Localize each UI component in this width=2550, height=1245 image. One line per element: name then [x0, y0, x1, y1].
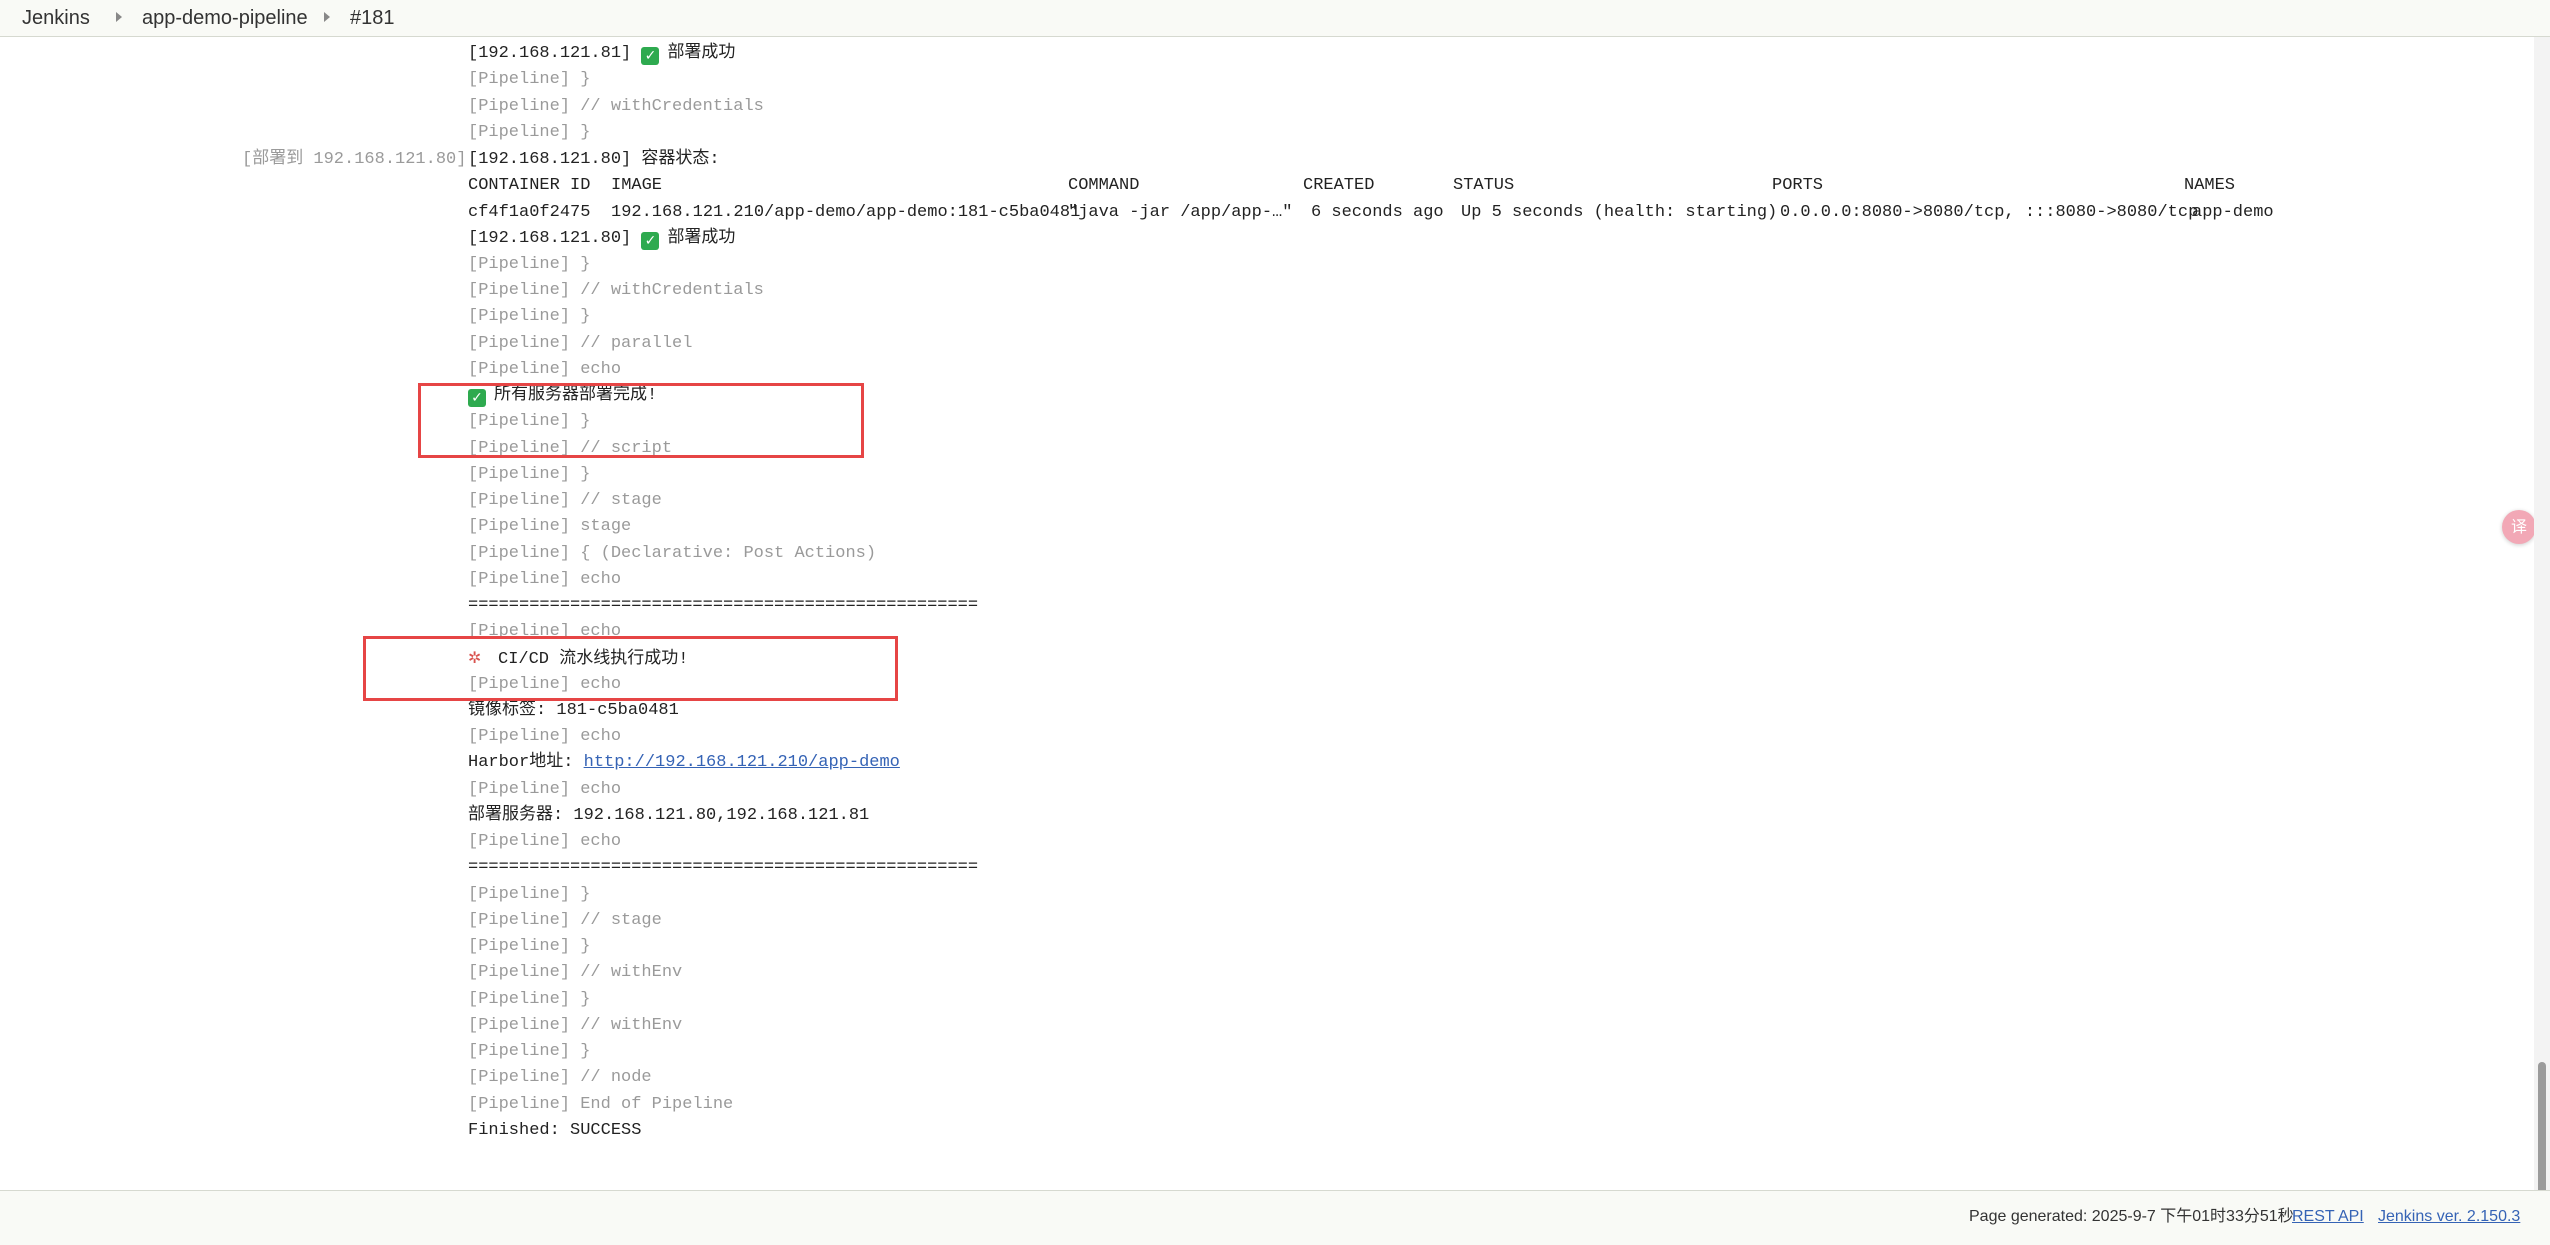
log-line: [Pipeline] // withCredentials	[468, 281, 764, 300]
rest-api-link[interactable]: REST API	[2292, 1207, 2364, 1227]
log-line: [192.168.121.80] 容器状态:	[468, 150, 720, 169]
log-line: [Pipeline] // node	[468, 1068, 652, 1087]
table-header: CONTAINER ID	[468, 176, 591, 195]
table-cell: "java -jar /app/app-…"	[1068, 203, 1293, 222]
stage-label: [部署到 192.168.121.80]	[242, 150, 467, 169]
log-line: [Pipeline] stage	[468, 517, 632, 536]
log-line: [Pipeline] }	[468, 1042, 591, 1061]
table-cell: 6 seconds ago	[1311, 203, 1444, 222]
table-cell: 0.0.0.0:8080->8080/tcp, :::8080->8080/tc…	[1780, 203, 2199, 222]
log-line: [Pipeline] echo	[468, 570, 622, 589]
table-cell: cf4f1a0f2475	[468, 203, 591, 222]
log-line: [Pipeline] // parallel	[468, 334, 693, 353]
highlight-box	[418, 383, 864, 458]
log-line: [Pipeline] }	[468, 937, 591, 956]
table-header: COMMAND	[1068, 176, 1140, 195]
log-line: [Pipeline] // withEnv	[468, 1016, 683, 1035]
log-line: 部署服务器: 192.168.121.80,192.168.121.81	[468, 806, 870, 825]
log-line: [192.168.121.80] ✓ 部署成功	[468, 229, 736, 250]
log-line: ========================================…	[468, 858, 979, 877]
check-icon: ✓	[641, 232, 660, 250]
table-cell: Up 5 seconds (health: starting)	[1461, 203, 1778, 222]
table-cell: 192.168.121.210/app-demo/app-demo:181-c5…	[611, 203, 1081, 222]
check-icon: ✓	[641, 47, 660, 65]
harbor-link[interactable]: http://192.168.121.210/app-demo	[584, 753, 900, 772]
log-line: [Pipeline] echo	[468, 360, 622, 379]
log-line: [Pipeline] // stage	[468, 911, 662, 930]
log-line: Finished: SUCCESS	[468, 1121, 642, 1140]
table-header: STATUS	[1453, 176, 1515, 195]
scrollbar[interactable]	[2534, 37, 2550, 1212]
log-line: [Pipeline] }	[468, 307, 591, 326]
log-line: [Pipeline] }	[468, 70, 591, 89]
page-generated: Page generated: 2025-9-7 下午01时33分51秒	[1969, 1208, 2294, 1225]
log-line: [Pipeline] }	[468, 123, 591, 142]
log-line: [192.168.121.81] ✓ 部署成功	[468, 44, 736, 65]
log-line: [Pipeline] End of Pipeline	[468, 1095, 734, 1114]
log-line: [Pipeline] }	[468, 990, 591, 1009]
table-header: CREATED	[1303, 176, 1375, 195]
log-line: [Pipeline] { (Declarative: Post Actions)	[468, 544, 877, 563]
log-line: [Pipeline] echo	[468, 832, 622, 851]
log-line: [Pipeline] // withEnv	[468, 963, 683, 982]
log-line: [Pipeline] // stage	[468, 491, 662, 510]
table-header: NAMES	[2184, 176, 2236, 195]
log-line: [Pipeline] }	[468, 885, 591, 904]
log-line: [Pipeline] echo	[468, 780, 622, 799]
highlight-box	[363, 636, 898, 701]
footer: Page generated: 2025-9-7 下午01时33分51秒 RES…	[0, 1190, 2550, 1245]
log-line: ========================================…	[468, 596, 979, 615]
log-line: [Pipeline] }	[468, 255, 591, 274]
table-cell: app-demo	[2192, 203, 2274, 222]
translate-icon[interactable]: 译	[2502, 510, 2536, 544]
log-line: 镜像标签: 181-c5ba0481	[468, 701, 679, 720]
console-output: [192.168.121.81] ✓ 部署成功 [Pipeline] } [Pip…	[0, 0, 2520, 1190]
table-header: IMAGE	[611, 176, 663, 195]
log-line: [Pipeline] }	[468, 465, 591, 484]
log-line: Harbor地址: http://192.168.121.210/app-dem…	[468, 753, 900, 772]
log-line: [Pipeline] echo	[468, 727, 622, 746]
table-header: PORTS	[1772, 176, 1824, 195]
log-line: [Pipeline] // withCredentials	[468, 97, 764, 116]
jenkins-version-link[interactable]: Jenkins ver. 2.150.3	[2378, 1207, 2520, 1227]
